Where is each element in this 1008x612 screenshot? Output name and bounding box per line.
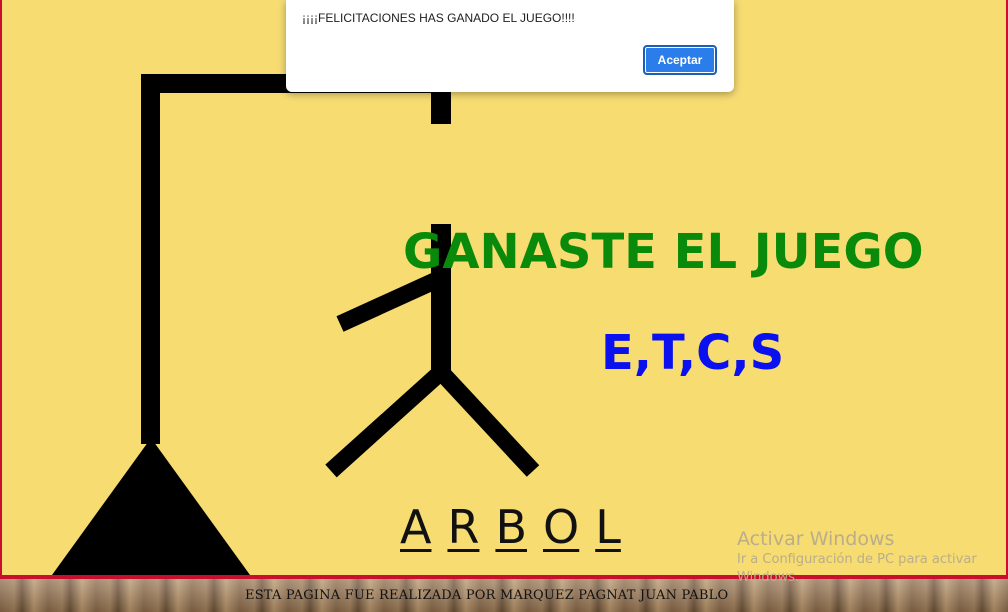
word-letter: A [400, 500, 432, 554]
used-letters-text: E,T,C,S [601, 325, 785, 381]
word-letter: L [595, 500, 621, 554]
secret-word: A R B O L [400, 500, 621, 554]
gallows-post [141, 74, 160, 444]
word-letter: R [447, 500, 480, 554]
word-letter: B [495, 500, 527, 554]
watermark-subtitle: Ir a Configuración de PC para activar [737, 552, 977, 567]
accept-button[interactable]: Aceptar [643, 45, 717, 75]
windows-activation-watermark: Activar Windows Ir a Configuración de PC… [737, 527, 977, 587]
game-status-text: GANASTE EL JUEGO [403, 224, 924, 280]
watermark-title: Activar Windows [737, 528, 895, 550]
footer-credit: ESTA PAGINA FUE REALIZADA POR MARQUEZ PA… [245, 588, 729, 603]
alert-message: ¡¡¡¡FELICITACIONES HAS GANADO EL JUEGO!!… [302, 11, 575, 25]
watermark-subtitle-2: Windows. [737, 570, 800, 585]
figure-arm [336, 270, 445, 332]
alert-dialog: ¡¡¡¡FELICITACIONES HAS GANADO EL JUEGO!!… [286, 0, 734, 92]
figure-leg-right [434, 366, 540, 477]
figure-leg-left [325, 365, 447, 478]
gallows-base [52, 438, 250, 575]
word-letter: O [543, 500, 580, 554]
